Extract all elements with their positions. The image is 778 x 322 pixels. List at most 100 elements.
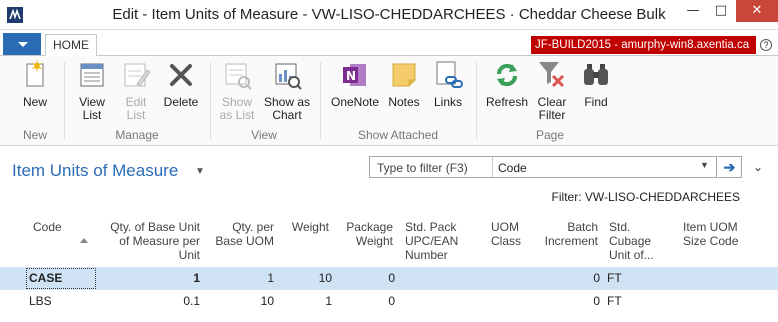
cell-batch-increment[interactable]: 0 (536, 294, 600, 308)
column-header-qty-base[interactable]: Qty. of Base Unit of Measure per Unit (96, 220, 200, 262)
show-as-chart-button[interactable]: Show as Chart (262, 58, 312, 122)
ribbon-divider (320, 62, 321, 140)
chevron-down-icon[interactable]: ▼ (700, 160, 709, 170)
edit-list-button[interactable]: Edit List (116, 58, 156, 122)
cell-package-weight[interactable]: 0 (336, 294, 395, 308)
new-label: New (22, 95, 47, 109)
table-header: Code Qty. of Base Unit of Measure per Unit… (0, 216, 778, 266)
column-header-std-pack[interactable]: Std. Pack UPC/EAN Number (405, 220, 458, 262)
group-label-page: Page (535, 128, 565, 142)
header-text: Weight (355, 234, 393, 248)
help-icon[interactable]: ? (760, 39, 772, 51)
cell-weight[interactable]: 10 (280, 271, 332, 285)
links-label: Links (433, 95, 462, 109)
show-as-chart-label: Show as Chart (262, 96, 312, 122)
chevron-down-icon[interactable]: ⌄ (753, 160, 763, 174)
column-header-item-uom-size[interactable]: Item UOM Size Code (683, 220, 738, 248)
cell-std-cubage[interactable]: FT (607, 271, 622, 285)
notes-button[interactable]: Notes (384, 58, 424, 109)
view-list-icon (75, 58, 109, 92)
edit-list-label: Edit List (116, 96, 156, 122)
ribbon-divider (476, 62, 477, 140)
edit-list-icon (119, 58, 153, 92)
view-list-label-line2: List (82, 108, 102, 122)
cell-std-cubage[interactable]: FT (607, 294, 622, 308)
cell-code[interactable]: LBS (29, 294, 52, 308)
minimize-button[interactable]: — (679, 0, 707, 22)
view-list-label-line1: View (79, 95, 105, 109)
links-icon (431, 58, 465, 92)
clear-filter-label-line2: Filter (538, 108, 566, 122)
column-header-qty-per-base[interactable]: Qty. per Base UOM (210, 220, 274, 248)
svg-text:N: N (346, 69, 356, 83)
refresh-label: Refresh (485, 95, 529, 109)
show-as-chart-label-line2: Chart (272, 108, 302, 122)
title-bar: Edit - Item Units of Measure - VW-LISO-C… (0, 0, 778, 30)
find-button[interactable]: Find (576, 58, 616, 109)
cell-qty-base[interactable]: 0.1 (96, 294, 200, 308)
filter-go-arrow-icon[interactable]: ➔ (718, 156, 742, 178)
header-text: of Measure per (119, 234, 200, 248)
group-label-show-attached: Show Attached (357, 128, 439, 142)
column-header-batch-increment[interactable]: Batch Increment (536, 220, 598, 248)
cell-weight[interactable]: 1 (280, 294, 332, 308)
show-as-list-icon (220, 58, 254, 92)
header-text: Qty. per (232, 220, 274, 234)
refresh-button[interactable]: Refresh (484, 58, 530, 109)
column-header-code[interactable]: Code (33, 220, 62, 234)
group-label-view: View (251, 128, 277, 142)
find-label: Find (584, 95, 608, 109)
delete-button[interactable]: Delete (160, 58, 202, 109)
header-text: Increment (544, 234, 598, 248)
clear-filter-label: Clear Filter (532, 96, 572, 122)
clear-filter-button[interactable]: Clear Filter (532, 58, 572, 122)
cell-code[interactable]: CASE (29, 271, 62, 285)
chevron-down-icon[interactable]: ▼ (195, 166, 205, 177)
column-header-package-weight[interactable]: Package Weight (336, 220, 393, 248)
show-as-chart-label-line1: Show as (263, 95, 311, 109)
ribbon-divider (64, 62, 65, 140)
close-button[interactable]: ✕ (736, 0, 778, 22)
table-row[interactable]: CASE 1 1 10 0 0 FT (0, 267, 778, 290)
column-header-uom-class[interactable]: UOM Class (491, 220, 521, 248)
cell-batch-increment[interactable]: 0 (536, 271, 600, 285)
notes-icon (387, 58, 421, 92)
header-text: UOM (491, 220, 519, 234)
cell-qty-per-base[interactable]: 10 (210, 294, 274, 308)
cell-package-weight[interactable]: 0 (336, 271, 395, 285)
build-badge: JF-BUILD2015 - amurphy-win8.axentia.ca (531, 36, 756, 54)
header-text: Package (346, 220, 393, 234)
window-title: Edit - Item Units of Measure - VW-LISO-C… (112, 6, 666, 23)
header-text: Unit of... (609, 248, 654, 262)
header-text: Batch (567, 220, 598, 234)
header-text: Item UOM (683, 220, 738, 234)
clear-filter-icon (535, 58, 569, 92)
filter-field-select[interactable]: Code (498, 161, 527, 175)
new-button[interactable]: New (14, 58, 56, 109)
edit-list-label-line1: Edit (125, 95, 147, 109)
cell-qty-per-base[interactable]: 1 (210, 271, 274, 285)
application-menu-button[interactable] (3, 33, 41, 55)
notes-label: Notes (388, 95, 420, 109)
ribbon-divider (210, 62, 211, 140)
filter-input[interactable]: Type to filter (F3) (377, 161, 468, 175)
header-text: Size Code (683, 234, 739, 248)
binoculars-icon (579, 58, 613, 92)
tab-home[interactable]: HOME (45, 34, 97, 57)
new-document-icon (18, 58, 52, 92)
maximize-button[interactable]: □ (707, 0, 735, 22)
show-as-list-button[interactable]: Show as List (216, 58, 258, 122)
chevron-down-icon (18, 42, 28, 47)
column-header-weight[interactable]: Weight (280, 220, 329, 234)
header-text: Class (491, 234, 522, 248)
column-header-std-cubage[interactable]: Std. Cubage Unit of... (609, 220, 654, 262)
group-label-new: New (22, 128, 47, 142)
onenote-button[interactable]: N OneNote (328, 58, 382, 109)
cell-qty-base[interactable]: 1 (96, 271, 200, 285)
header-text: Qty. of Base Unit (110, 220, 200, 234)
filter-box[interactable]: Type to filter (F3) Code ▼ (369, 156, 717, 178)
show-as-list-label-line2: as List (219, 108, 255, 122)
view-list-button[interactable]: View List (72, 58, 112, 122)
table-row[interactable]: LBS 0.1 10 1 0 0 FT (0, 290, 778, 313)
links-button[interactable]: Links (428, 58, 468, 109)
